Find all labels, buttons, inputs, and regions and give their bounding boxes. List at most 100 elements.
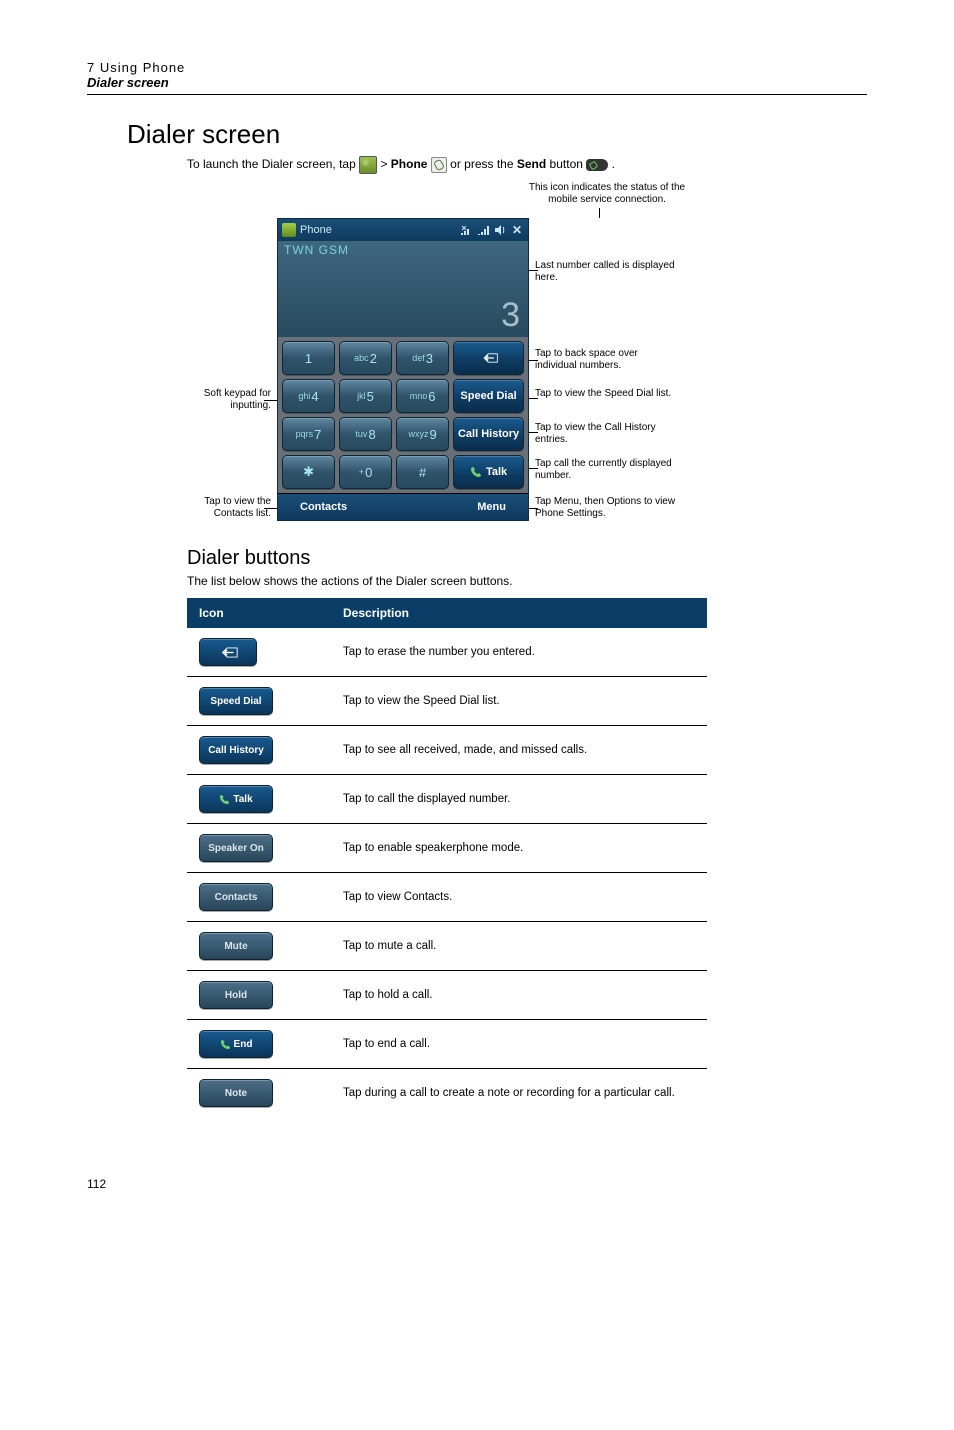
table-row: HoldTap to hold a call. — [187, 971, 707, 1020]
icon-cell: Hold — [187, 971, 331, 1020]
desc-cell: Tap to enable speakerphone mode. — [331, 824, 707, 873]
launch-phone-word: Phone — [391, 157, 428, 171]
carrier-label: TWN GSM — [284, 243, 349, 257]
dialer-button-icon: Contacts — [199, 883, 273, 911]
launch-send-word: Send — [517, 157, 546, 171]
key-hash-label: # — [419, 465, 426, 480]
icon-cell: Talk — [187, 775, 331, 824]
key-5-letters: jkl — [357, 391, 366, 401]
callout-speed: Tap to view the Speed Dial list. — [535, 388, 671, 400]
key-6-letters: mno — [410, 391, 428, 401]
table-row: End Tap to end a call. — [187, 1020, 707, 1069]
launch-mid2: or press the — [450, 157, 517, 171]
dialer-illustration: This icon indicates the status of the mo… — [177, 182, 737, 521]
launch-instruction: To launch the Dialer screen, tap > Phone… — [187, 156, 867, 174]
key-2-digit: 2 — [370, 351, 377, 366]
table-row: Speed DialTap to view the Speed Dial lis… — [187, 677, 707, 726]
key-5[interactable]: jkl5 — [339, 379, 392, 413]
key-1[interactable]: 1 — [282, 341, 335, 375]
keypad: 1 abc2 def3 ghi4 jkl5 mno6 Speed Dial — [278, 337, 528, 493]
table-row: NoteTap during a call to create a note o… — [187, 1069, 707, 1118]
page-header: 7 Using Phone Dialer screen — [87, 60, 867, 95]
key-9-digit: 9 — [429, 427, 436, 442]
dialer-button-icon — [199, 638, 257, 666]
backspace-button[interactable] — [453, 341, 524, 375]
key-9-letters: wxyz — [408, 429, 428, 439]
callout-soft-keypad: Soft keypad for inputting. — [177, 388, 271, 411]
dialer-button-icon: Note — [199, 1079, 273, 1107]
call-history-label: Call History — [458, 428, 519, 440]
key-0-plus: + — [359, 467, 364, 477]
dialer-button-icon: Call History — [199, 736, 273, 764]
key-3[interactable]: def3 — [396, 341, 449, 375]
desc-cell: Tap to view Contacts. — [331, 873, 707, 922]
key-0-digit: 0 — [365, 465, 372, 480]
key-2[interactable]: abc2 — [339, 341, 392, 375]
start-icon[interactable] — [282, 223, 296, 237]
launch-post: button — [550, 157, 587, 171]
icon-cell — [187, 628, 331, 677]
dialer-button-icon: Talk — [199, 785, 273, 813]
key-8-digit: 8 — [368, 427, 375, 442]
desc-cell: Tap to mute a call. — [331, 922, 707, 971]
callout-menu: Tap Menu, then Options to view Phone Set… — [535, 496, 679, 519]
backspace-icon — [479, 352, 499, 364]
key-1-label: 1 — [305, 351, 312, 366]
callout-contacts: Tap to view the Contacts list. — [177, 496, 271, 519]
dialer-button-icon: End — [199, 1030, 273, 1058]
key-8[interactable]: tuv8 — [339, 417, 392, 451]
speed-dial-button[interactable]: Speed Dial — [453, 379, 524, 413]
talk-button[interactable]: Talk — [453, 455, 524, 489]
page-number: 112 — [87, 1177, 867, 1191]
col-icon: Icon — [187, 598, 331, 628]
dialer-button-icon: Speed Dial — [199, 687, 273, 715]
desc-cell: Tap to erase the number you entered. — [331, 628, 707, 677]
dialer-buttons-title: Dialer buttons — [187, 547, 867, 570]
signal-icon[interactable] — [476, 223, 490, 237]
section-title: Dialer screen — [87, 119, 867, 150]
icon-cell: Speed Dial — [187, 677, 331, 726]
key-4[interactable]: ghi4 — [282, 379, 335, 413]
dialer-buttons-intro: The list below shows the actions of the … — [187, 574, 867, 588]
key-0[interactable]: +0 — [339, 455, 392, 489]
dialer-button-icon: Mute — [199, 932, 273, 960]
key-hash[interactable]: # — [396, 455, 449, 489]
icon-cell: Speaker On — [187, 824, 331, 873]
call-history-button[interactable]: Call History — [453, 417, 524, 451]
connectivity-icon[interactable] — [459, 223, 473, 237]
key-7-digit: 7 — [314, 427, 321, 442]
key-9[interactable]: wxyz9 — [396, 417, 449, 451]
key-star[interactable]: ✱ — [282, 455, 335, 489]
key-3-digit: 3 — [426, 351, 433, 366]
dialer-buttons-table: Icon Description Tap to erase the number… — [187, 598, 707, 1117]
key-7[interactable]: pqrs7 — [282, 417, 335, 451]
key-6[interactable]: mno6 — [396, 379, 449, 413]
talk-label: Talk — [486, 466, 507, 478]
close-icon[interactable]: ✕ — [510, 223, 524, 237]
dialed-number: 3 — [501, 296, 520, 335]
contacts-softkey[interactable]: Contacts — [278, 501, 369, 513]
icon-cell: Contacts — [187, 873, 331, 922]
icon-cell: Call History — [187, 726, 331, 775]
key-8-letters: tuv — [355, 429, 367, 439]
icon-cell: End — [187, 1020, 331, 1069]
desc-cell: Tap to end a call. — [331, 1020, 707, 1069]
icon-cell: Mute — [187, 922, 331, 971]
speed-dial-label: Speed Dial — [460, 390, 516, 402]
key-4-digit: 4 — [311, 389, 318, 404]
desc-cell: Tap to see all received, made, and misse… — [331, 726, 707, 775]
volume-icon[interactable] — [493, 223, 507, 237]
launch-end: . — [612, 157, 615, 171]
callout-history: Tap to view the Call History entries. — [535, 422, 679, 445]
phone-icon — [470, 466, 482, 478]
key-4-letters: ghi — [298, 391, 310, 401]
softkey-bar: Contacts Menu — [278, 493, 528, 520]
phone-mini-icon — [431, 157, 447, 173]
key-star-label: ✱ — [303, 464, 314, 480]
callout-talk: Tap call the currently displayed number. — [535, 458, 679, 481]
key-2-letters: abc — [354, 353, 369, 363]
dialer-button-icon: Speaker On — [199, 834, 273, 862]
menu-softkey[interactable]: Menu — [455, 501, 528, 513]
header-subtitle: Dialer screen — [87, 75, 867, 90]
phone-title: Phone — [300, 224, 332, 236]
